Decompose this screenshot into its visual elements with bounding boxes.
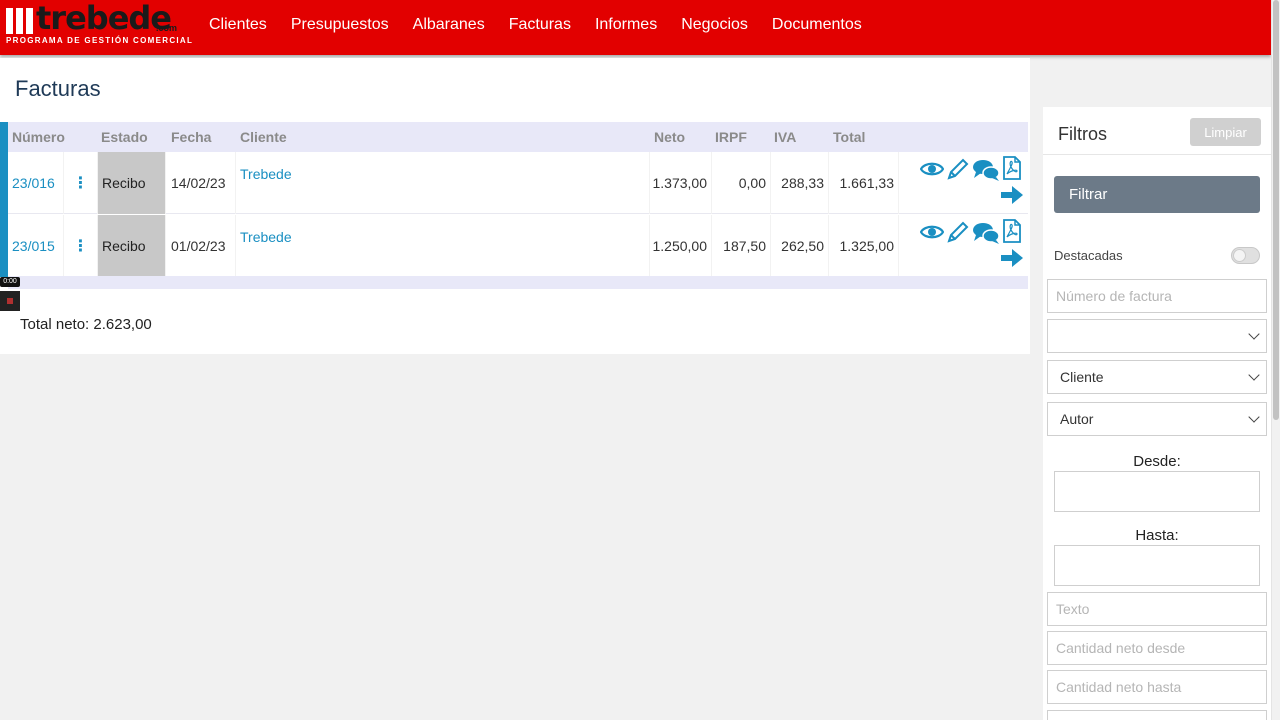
net-amount: 1.250,00: [650, 215, 712, 277]
date-to-label: Hasta:: [1135, 527, 1179, 544]
column-header-fecha[interactable]: Fecha: [171, 129, 211, 145]
invoice-date: 01/02/23: [166, 215, 236, 277]
column-header-total[interactable]: Total: [833, 129, 865, 145]
chevron-down-icon: [1248, 411, 1260, 423]
client-select-value: Cliente: [1060, 369, 1104, 385]
irpf-amount: 187,50: [712, 215, 771, 277]
pdf-icon[interactable]: [1002, 156, 1022, 180]
pdf-icon[interactable]: [1002, 219, 1022, 243]
table-row: 23/016 ⋮ Recibo 14/02/23 Trebede 1.373,0…: [8, 152, 1028, 214]
nav-informes[interactable]: Informes: [595, 16, 657, 34]
row-actions: [920, 156, 1028, 212]
top-navbar: trebede .com PROGRAMA DE GESTIÓN COMERCI…: [0, 0, 1271, 55]
invoice-number-link[interactable]: 23/015: [8, 215, 64, 277]
text-input[interactable]: Texto: [1047, 592, 1267, 626]
filters-panel: Filtros Limpiar Filtrar Destacadas Númer…: [1043, 107, 1271, 720]
iva-amount: 262,50: [771, 215, 829, 277]
author-select-value: Autor: [1060, 411, 1094, 427]
table-header: Número Estado Fecha Cliente Neto IRPF IV…: [8, 122, 1028, 152]
nav-clientes[interactable]: Clientes: [209, 16, 267, 34]
status-badge: Recibo: [98, 152, 166, 214]
column-header-numero[interactable]: Número: [12, 129, 65, 145]
column-header-neto[interactable]: Neto: [654, 129, 685, 145]
total-amount: 1.325,00: [829, 215, 899, 277]
comments-icon[interactable]: [972, 221, 1000, 245]
stop-icon: [7, 298, 13, 304]
nav-negocios[interactable]: Negocios: [681, 16, 748, 34]
scrollbar-thumb[interactable]: [1273, 0, 1279, 420]
chevron-down-icon: [1248, 328, 1260, 340]
row-actions: [920, 219, 1028, 275]
row-menu-icon[interactable]: ⋮: [64, 152, 98, 214]
filters-title: Filtros: [1058, 124, 1107, 144]
eye-icon[interactable]: [920, 160, 944, 178]
comments-icon[interactable]: [972, 158, 1000, 182]
pencil-icon[interactable]: [946, 220, 970, 244]
invoice-date: 14/02/23: [166, 152, 236, 214]
eye-icon[interactable]: [920, 223, 944, 241]
table-footer: [8, 276, 1028, 289]
table-row: 23/015 ⋮ Recibo 01/02/23 Trebede 1.250,0…: [8, 215, 1028, 277]
logo-tagline: PROGRAMA DE GESTIÓN COMERCIAL: [6, 36, 194, 45]
net-from-input[interactable]: Cantidad neto desde: [1047, 631, 1267, 665]
invoices-panel: Facturas Número Estado Fecha Cliente Net…: [0, 58, 1030, 354]
column-header-iva[interactable]: IVA: [774, 129, 796, 145]
nav-documentos[interactable]: Documentos: [772, 16, 862, 34]
status-badge: Recibo: [98, 215, 166, 277]
selection-accent-bar: [0, 122, 8, 277]
page-title: Facturas: [15, 76, 101, 101]
pencil-icon[interactable]: [946, 157, 970, 181]
date-from-label: Desde:: [1133, 453, 1181, 470]
author-select[interactable]: Autor: [1047, 402, 1267, 436]
invoice-number-link[interactable]: 23/016: [8, 152, 64, 214]
logo-suffix: .com: [156, 23, 178, 33]
nav-albaranes[interactable]: Albaranes: [413, 16, 485, 34]
nav-presupuestos[interactable]: Presupuestos: [291, 16, 389, 34]
client-link[interactable]: Trebede: [236, 152, 650, 214]
recording-timer: 0:00: [0, 277, 20, 287]
featured-toggle[interactable]: [1231, 247, 1260, 264]
client-select[interactable]: Cliente: [1047, 360, 1267, 394]
toggle-knob: [1233, 249, 1246, 262]
row-menu-icon[interactable]: ⋮: [64, 215, 98, 277]
net-amount: 1.373,00: [650, 152, 712, 214]
page-scrollbar[interactable]: [1271, 0, 1280, 720]
featured-label: Destacadas: [1054, 248, 1123, 263]
trebede-logo[interactable]: trebede .com PROGRAMA DE GESTIÓN COMERCI…: [6, 0, 194, 48]
filters-header: Filtros Limpiar: [1043, 107, 1271, 155]
next-filter-input[interactable]: [1047, 710, 1267, 720]
column-header-estado[interactable]: Estado: [101, 129, 148, 145]
net-total: Total neto: 2.623,00: [20, 316, 152, 333]
arrow-right-icon[interactable]: [1000, 248, 1024, 268]
column-header-irpf[interactable]: IRPF: [715, 129, 747, 145]
client-link[interactable]: Trebede: [236, 215, 650, 277]
main-nav: Clientes Presupuestos Albaranes Facturas…: [209, 16, 862, 34]
apply-filter-button[interactable]: Filtrar: [1054, 176, 1260, 213]
net-to-input[interactable]: Cantidad neto hasta: [1047, 670, 1267, 704]
arrow-right-icon[interactable]: [1000, 185, 1024, 205]
nav-facturas[interactable]: Facturas: [509, 16, 571, 34]
chevron-down-icon: [1248, 369, 1260, 381]
total-amount: 1.661,33: [829, 152, 899, 214]
date-from-input[interactable]: [1054, 471, 1260, 512]
irpf-amount: 0,00: [712, 152, 771, 214]
date-to-input[interactable]: [1054, 545, 1260, 586]
iva-amount: 288,33: [771, 152, 829, 214]
column-header-cliente[interactable]: Cliente: [240, 129, 287, 145]
invoice-number-input[interactable]: Número de factura: [1047, 279, 1267, 313]
clear-filters-button[interactable]: Limpiar: [1190, 118, 1261, 146]
stop-recording-button[interactable]: [0, 291, 20, 311]
status-select[interactable]: [1047, 319, 1267, 353]
logo-wordmark: trebede: [36, 0, 172, 37]
